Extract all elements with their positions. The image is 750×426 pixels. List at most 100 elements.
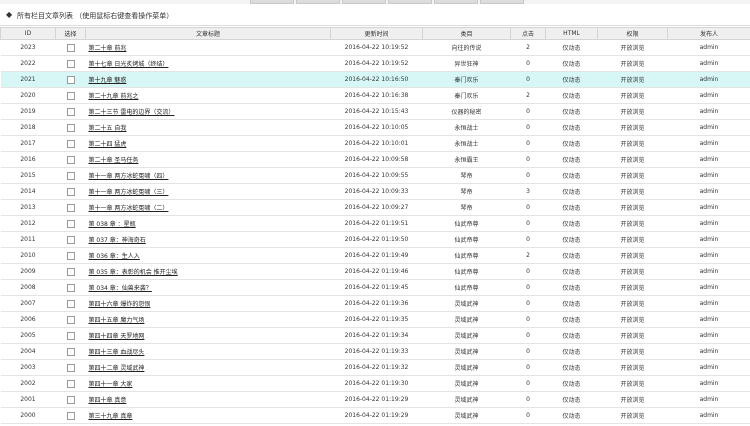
row-checkbox[interactable] (66, 171, 75, 180)
table-row[interactable]: 2011 第 037 章：神海奇石 2016-04-22 01:19:50 仙武帝尊 0… (0, 231, 750, 248)
table-row[interactable]: 2009 第 035 章：表彰的机会 推开尘埃 2016-04-22 01:19:4… (0, 263, 750, 280)
row-category[interactable]: 琴帝 (422, 183, 511, 200)
row-checkbox[interactable] (66, 155, 75, 164)
table-row[interactable]: 2001 第四十章 真意 2016-04-22 01:19:29 灵域武神 0 仅动态 开放… (0, 391, 750, 408)
article-title-link[interactable]: 第 034 章：仙兽来袭？ (89, 285, 152, 292)
table-row[interactable]: 2022 第十七章 日光炙烤城（终结） 2016-04-22 10:19:52 异世狂… (0, 55, 750, 72)
row-checkbox[interactable] (66, 139, 75, 148)
article-title-link[interactable]: 第四十四章 天罗地网 (89, 333, 145, 340)
row-checkbox[interactable] (66, 219, 75, 228)
article-title-link[interactable]: 第十一章 两方冰蛇冤啸（二） (89, 205, 169, 212)
row-checkbox[interactable] (66, 315, 75, 324)
row-checkbox[interactable] (66, 267, 75, 276)
row-checkbox[interactable] (66, 411, 75, 420)
row-category[interactable]: 向往的传说 (422, 39, 511, 56)
row-category[interactable]: 琴帝 (422, 199, 511, 216)
col-header-clicks[interactable]: 点击 (510, 27, 546, 40)
row-checkbox[interactable] (66, 43, 75, 52)
article-title-link[interactable]: 第四十五章 魔力气场 (89, 317, 145, 324)
toolbar-tab[interactable] (480, 0, 524, 4)
table-row[interactable]: 2014 第十一章 两方冰蛇冤啸（三） 2016-04-22 10:09:33 琴帝 3… (0, 183, 750, 200)
article-title-link[interactable]: 第 038 章 ：星瓶 (89, 221, 136, 228)
article-title-link[interactable]: 第三十九章 真章 (89, 413, 133, 420)
row-category[interactable]: 灵域武神 (422, 311, 511, 328)
row-checkbox[interactable] (66, 187, 75, 196)
toolbar-tab[interactable] (296, 0, 340, 4)
row-checkbox[interactable] (66, 379, 75, 388)
row-category[interactable]: 永恒战士 (422, 135, 511, 152)
article-title-link[interactable]: 第十九章 魅惑 (89, 77, 127, 84)
row-checkbox[interactable] (66, 299, 75, 308)
row-checkbox[interactable] (66, 363, 75, 372)
table-row[interactable]: 2013 第十一章 两方冰蛇冤啸（二） 2016-04-22 10:09:27 琴帝 0… (0, 199, 750, 216)
article-title-link[interactable]: 第十一章 两方冰蛇冤啸（三） (89, 189, 169, 196)
article-title-link[interactable]: 第四十二章 灵域武神 (89, 365, 145, 372)
table-row[interactable]: 2015 第十一章 两方冰蛇冤啸（四） 2016-04-22 10:09:55 琴帝 0… (0, 167, 750, 184)
table-row[interactable]: 2008 第 034 章：仙兽来袭？ 2016-04-22 01:19:45 仙武帝尊… (0, 279, 750, 296)
article-title-link[interactable]: 第 037 章：神海奇石 (89, 237, 146, 244)
col-header-title[interactable]: 文章标题 (85, 27, 331, 40)
article-title-link[interactable]: 第四十三章 血战尽头 (89, 349, 145, 356)
row-category[interactable]: 琴帝 (422, 167, 511, 184)
table-row[interactable]: 2010 第 036 章：生人入 2016-04-22 01:19:49 仙武帝尊 2 仅… (0, 247, 750, 264)
article-title-link[interactable]: 第二十三节 雷电的边界（交流） (89, 109, 175, 116)
col-header-html[interactable]: HTML (545, 27, 598, 40)
article-title-link[interactable]: 第二十章 圣马任务 (89, 157, 139, 164)
row-checkbox[interactable] (66, 123, 75, 132)
table-row[interactable]: 2019 第二十三节 雷电的边界（交流） 2016-04-22 10:15:43 仪器… (0, 103, 750, 120)
table-row[interactable]: 2003 第四十二章 灵域武神 2016-04-22 01:19:32 灵域武神 0 仅动… (0, 359, 750, 376)
table-row[interactable]: 2021 第十九章 魅惑 2016-04-22 10:16:50 秦门欢乐 0 仅动态 开放… (0, 71, 750, 88)
col-header-id[interactable]: ID (0, 27, 56, 40)
table-row[interactable]: 2004 第四十三章 血战尽头 2016-04-22 01:19:33 灵域武神 0 仅动… (0, 343, 750, 360)
row-category[interactable]: 灵域武神 (422, 327, 511, 344)
toolbar-tab[interactable] (342, 0, 386, 4)
table-row[interactable]: 2006 第四十五章 魔力气场 2016-04-22 01:19:35 灵域武神 0 仅动… (0, 311, 750, 328)
row-checkbox[interactable] (66, 395, 75, 404)
article-title-link[interactable]: 第二十九章 前兆之 (89, 93, 139, 100)
row-category[interactable]: 仙武帝尊 (422, 231, 511, 248)
col-header-select[interactable]: 选择 (55, 27, 86, 40)
row-category[interactable]: 异世狂神 (422, 55, 511, 72)
table-row[interactable]: 2000 第三十九章 真章 2016-04-22 01:19:29 灵域武神 0 仅动态开… (0, 407, 750, 424)
article-title-link[interactable]: 第十七章 日光炙烤城（终结） (89, 61, 169, 68)
col-header-updated[interactable]: 更新时间 (330, 27, 423, 40)
row-category[interactable]: 灵域武神 (422, 343, 511, 360)
article-title-link[interactable]: 第四十一章 大家 (89, 381, 133, 388)
article-title-link[interactable]: 第二十章 前兆 (89, 45, 127, 52)
row-checkbox[interactable] (66, 59, 75, 68)
row-category[interactable]: 秦门欢乐 (422, 71, 511, 88)
row-category[interactable]: 灵域武神 (422, 407, 511, 424)
row-checkbox[interactable] (66, 91, 75, 100)
col-header-category[interactable]: 类目 (422, 27, 511, 40)
article-title-link[interactable]: 第十一章 两方冰蛇冤啸（四） (89, 173, 169, 180)
article-title-link[interactable]: 第 035 章：表彰的机会 推开尘埃 (89, 269, 178, 276)
row-category[interactable]: 秦门欢乐 (422, 87, 511, 104)
table-row[interactable]: 2017 第二十四 猛虎 2016-04-22 10:10:01 永恒战士 0 仅动态 开放… (0, 135, 750, 152)
table-row[interactable]: 2020 第二十九章 前兆之 2016-04-22 10:16:38 秦门欢乐 2 仅动态… (0, 87, 750, 104)
row-checkbox[interactable] (66, 347, 75, 356)
col-header-permission[interactable]: 权限 (597, 27, 668, 40)
table-row[interactable]: 2005 第四十四章 天罗地网 2016-04-22 01:19:34 灵域武神 0 仅动… (0, 327, 750, 344)
row-category[interactable]: 仙武帝尊 (422, 279, 511, 296)
row-category[interactable]: 灵域武神 (422, 391, 511, 408)
table-row[interactable]: 2016 第二十章 圣马任务 2016-04-22 10:09:58 永恒霸王 0 仅动态… (0, 151, 750, 168)
table-row[interactable]: 2002 第四十一章 大家 2016-04-22 01:19:30 灵域武神 0 仅动态开… (0, 375, 750, 392)
row-checkbox[interactable] (66, 283, 75, 292)
row-category[interactable]: 永恒霸王 (422, 151, 511, 168)
table-row[interactable]: 2018 第二十五 自我 2016-04-22 10:10:05 永恒战士 0 仅动态 开放… (0, 119, 750, 136)
row-category[interactable]: 仙武帝尊 (422, 215, 511, 232)
row-category[interactable]: 仙武帝尊 (422, 247, 511, 264)
row-checkbox[interactable] (66, 251, 75, 260)
row-checkbox[interactable] (66, 107, 75, 116)
row-category[interactable]: 灵域武神 (422, 359, 511, 376)
row-checkbox[interactable] (66, 203, 75, 212)
toolbar-tab[interactable] (250, 0, 294, 4)
row-category[interactable]: 灵域武神 (422, 295, 511, 312)
col-header-author[interactable]: 发布人 (667, 27, 750, 40)
row-checkbox[interactable] (66, 235, 75, 244)
table-row[interactable]: 2012 第 038 章 ：星瓶 2016-04-22 01:19:51 仙武帝尊 0 仅… (0, 215, 750, 232)
row-checkbox[interactable] (66, 75, 75, 84)
article-title-link[interactable]: 第四十六章 爆炸的怨恨 (89, 301, 151, 308)
table-row[interactable]: 2023 第二十章 前兆 2016-04-22 10:19:52 向往的传说 2 仅动态开… (0, 39, 750, 56)
row-checkbox[interactable] (66, 331, 75, 340)
